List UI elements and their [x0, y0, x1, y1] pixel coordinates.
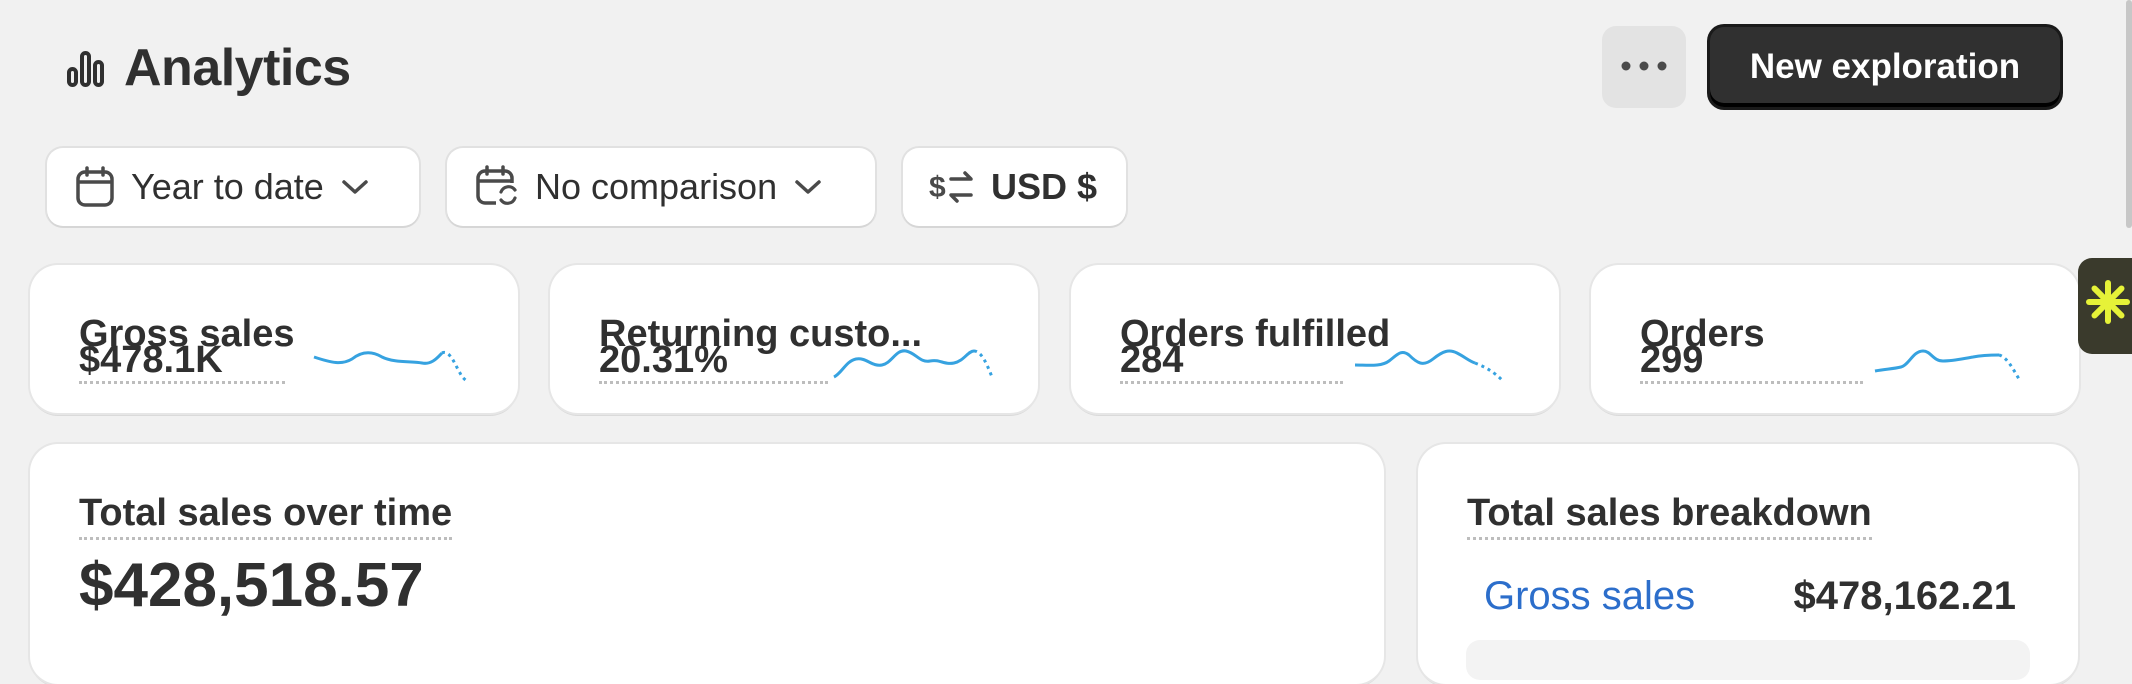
new-exploration-button[interactable]: New exploration [1710, 27, 2060, 107]
more-actions-button[interactable] [1602, 26, 1686, 108]
bar-chart-icon [66, 49, 106, 87]
page-header: Analytics [66, 36, 351, 100]
total-sales-value: $428,518.57 [79, 551, 424, 620]
comparison-filter[interactable]: No comparison [447, 148, 875, 226]
page-title: Analytics [124, 39, 351, 97]
currency-filter[interactable]: $ USD $ [903, 148, 1126, 226]
chevron-down-icon [340, 178, 370, 196]
kpi-value: 284 [1120, 340, 1344, 384]
svg-text:$: $ [929, 171, 946, 204]
chevron-down-icon [793, 178, 823, 196]
gross-sales-link[interactable]: Gross sales [1484, 574, 1695, 619]
scrollbar-thumb[interactable] [2126, 0, 2132, 228]
total-sales-breakdown-card[interactable]: Total sales breakdown Gross sales $478,1… [1418, 444, 2078, 684]
gross-sales-amount: $478,162.21 [1793, 574, 2016, 618]
breakdown-row-highlight [1466, 640, 2030, 680]
sparkline [313, 350, 469, 384]
asterisk-icon [2086, 275, 2130, 337]
kpi-card-returning-customers[interactable]: Returning custo... 20.31% [550, 265, 1038, 413]
date-range-filter[interactable]: Year to date [47, 148, 419, 226]
total-sales-over-time-card[interactable]: Total sales over time $428,518.57 [30, 444, 1384, 684]
kpi-card-orders[interactable]: Orders 299 [1591, 265, 2079, 413]
currency-label: USD $ [991, 166, 1098, 207]
date-range-label: Year to date [131, 166, 324, 207]
sparkline [833, 349, 994, 379]
kpi-value: $478.1K [79, 340, 285, 384]
calendar-icon [75, 166, 115, 208]
calendar-compare-icon [475, 165, 519, 209]
kpi-card-gross-sales[interactable]: Gross sales $478.1K [30, 265, 518, 413]
kpi-value: 20.31% [599, 340, 828, 384]
breakdown-row: Gross sales $478,162.21 [1484, 574, 2016, 619]
panel-title: Total sales over time [79, 492, 453, 540]
ellipsis-icon [1621, 58, 1667, 76]
kpi-value: 299 [1640, 340, 1864, 384]
comparison-label: No comparison [535, 166, 778, 207]
sparkline [1354, 349, 1505, 383]
assistant-widget-button[interactable] [2078, 258, 2132, 354]
panel-title: Total sales breakdown [1467, 492, 1872, 540]
kpi-card-orders-fulfilled[interactable]: Orders fulfilled 284 [1071, 265, 1559, 413]
sparkline [1874, 349, 2021, 380]
currency-exchange-icon: $ [929, 167, 975, 207]
